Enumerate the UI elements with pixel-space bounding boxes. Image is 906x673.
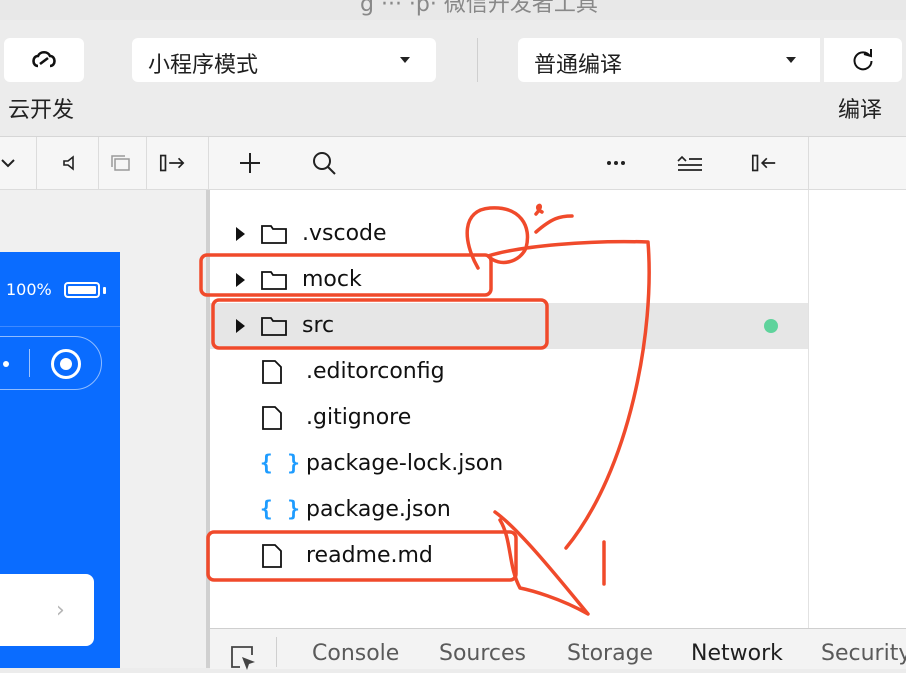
refresh-icon [853,49,873,71]
battery-icon [64,282,100,298]
json-file-icon: { } [260,451,301,475]
divider [276,637,277,667]
tree-item-label: .vscode [302,221,387,246]
more-dot-icon [3,361,9,367]
divider [808,137,809,189]
phone-list-card[interactable]: › [0,574,94,646]
chevron-down-icon [786,57,796,63]
compile-mode-value: 普通编译 [534,53,623,78]
speaker-icon[interactable] [56,149,84,177]
right-pane [808,190,906,628]
compile-label: 编译 [838,98,883,123]
compile-mode-select[interactable]: 普通编译 [518,38,820,82]
expand-arrow-icon[interactable] [236,319,245,333]
expand-arrow-icon[interactable] [236,227,245,241]
tree-file-row[interactable]: { } package-lock.json [210,441,808,487]
file-icon [262,406,282,430]
tree-item-label: .editorconfig [306,359,445,384]
collapse-all-icon[interactable] [676,149,704,177]
divider [208,137,209,189]
menu-capsule[interactable] [0,336,102,390]
chevron-right-icon: › [56,598,65,623]
capsule-divider [29,349,30,377]
tree-item-label: readme.md [306,543,433,568]
toolbar-divider [477,38,478,82]
chevron-down-icon [400,57,410,63]
search-icon[interactable] [310,149,338,177]
expand-arrow-icon[interactable] [236,273,245,287]
divider [98,137,99,189]
inspect-element-icon[interactable] [228,643,258,673]
json-file-icon: { } [260,497,301,521]
tree-folder-row[interactable]: .vscode [210,211,808,257]
devtools-tabbar: Console Sources Storage Network Security [210,628,906,670]
cloud-dev-button[interactable] [4,38,84,82]
window-title-bar: g ··· ·p· 微信开发者工具 [0,0,906,20]
compile-button[interactable] [824,38,902,82]
tree-item-label: package.json [306,497,451,522]
tree-file-row[interactable]: .editorconfig [210,349,808,395]
tree-item-label: package-lock.json [306,451,504,476]
battery-percent: 100% [6,280,52,299]
tab-sources[interactable]: Sources [439,641,526,666]
mode-select[interactable]: 小程序模式 [132,38,436,82]
tab-storage[interactable]: Storage [567,641,653,666]
phone-screen: 100% › [0,252,120,668]
cloud-link-icon [32,50,56,68]
tab-network[interactable]: Network [691,641,783,666]
tree-file-row[interactable]: readme.md [210,533,808,579]
simulator-panel: 100% › [0,190,210,668]
folder-icon [261,225,287,244]
close-target-icon[interactable] [51,349,81,379]
git-status-dot [764,319,778,333]
tree-folder-row[interactable]: mock [210,257,808,303]
mode-select-value: 小程序模式 [148,53,259,78]
main-toolbar: 云开发 小程序模式 普通编译 编译 [0,20,906,137]
panel-collapse-icon[interactable] [750,149,778,177]
phone-status-bar: 100% [0,252,120,327]
battery-tip [103,287,106,294]
window-title: g ··· ·p· 微信开发者工具 [360,0,598,17]
tab-security[interactable]: Security [821,641,906,666]
file-explorer: .vscode mock src .editorconfig .gitignore{ }… [210,190,808,628]
tree-file-row[interactable]: { } package.json [210,487,808,533]
more-icon[interactable] [602,149,630,177]
cloud-dev-label: 云开发 [8,98,75,123]
tree-folder-row[interactable]: src [210,303,808,349]
tree-item-label: mock [302,267,362,292]
tree-item-label: .gitignore [306,405,412,430]
folder-icon [261,317,287,336]
tab-console[interactable]: Console [312,641,399,666]
file-icon [262,544,282,568]
panel-expand-icon[interactable] [158,149,186,177]
divider [36,137,37,189]
add-icon[interactable] [236,149,264,177]
chevron-down-icon[interactable] [0,149,22,177]
tree-file-row[interactable]: .gitignore [210,395,808,441]
tree-item-label: src [302,313,335,338]
file-icon [262,360,282,384]
window-copy-icon[interactable] [106,149,134,177]
editor-subbar [0,137,906,190]
divider [146,137,147,189]
folder-icon [261,271,287,290]
